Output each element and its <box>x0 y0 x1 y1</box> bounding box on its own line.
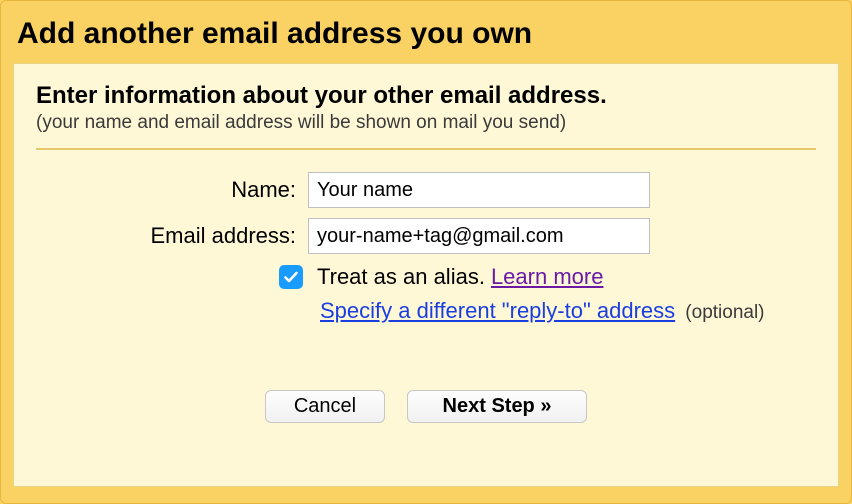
panel-heading: Enter information about your other email… <box>36 82 816 110</box>
cancel-button[interactable]: Cancel <box>265 390 385 423</box>
reply-to-link[interactable]: Specify a different "reply-to" address <box>320 298 675 323</box>
check-icon <box>283 269 299 285</box>
optional-label: (optional) <box>685 302 764 323</box>
content-panel: Enter information about your other email… <box>13 63 839 487</box>
email-label: Email address: <box>36 223 308 249</box>
panel-subheading: (your name and email address will be sho… <box>36 112 816 134</box>
next-step-button[interactable]: Next Step » <box>407 390 587 423</box>
name-input[interactable] <box>308 172 650 208</box>
divider <box>36 148 816 150</box>
alias-label: Treat as an alias. <box>317 264 485 290</box>
dialog-title: Add another email address you own <box>17 17 835 51</box>
email-input[interactable] <box>308 218 650 254</box>
alias-checkbox[interactable] <box>279 265 303 289</box>
learn-more-link[interactable]: Learn more <box>491 264 604 290</box>
name-label: Name: <box>36 177 308 203</box>
